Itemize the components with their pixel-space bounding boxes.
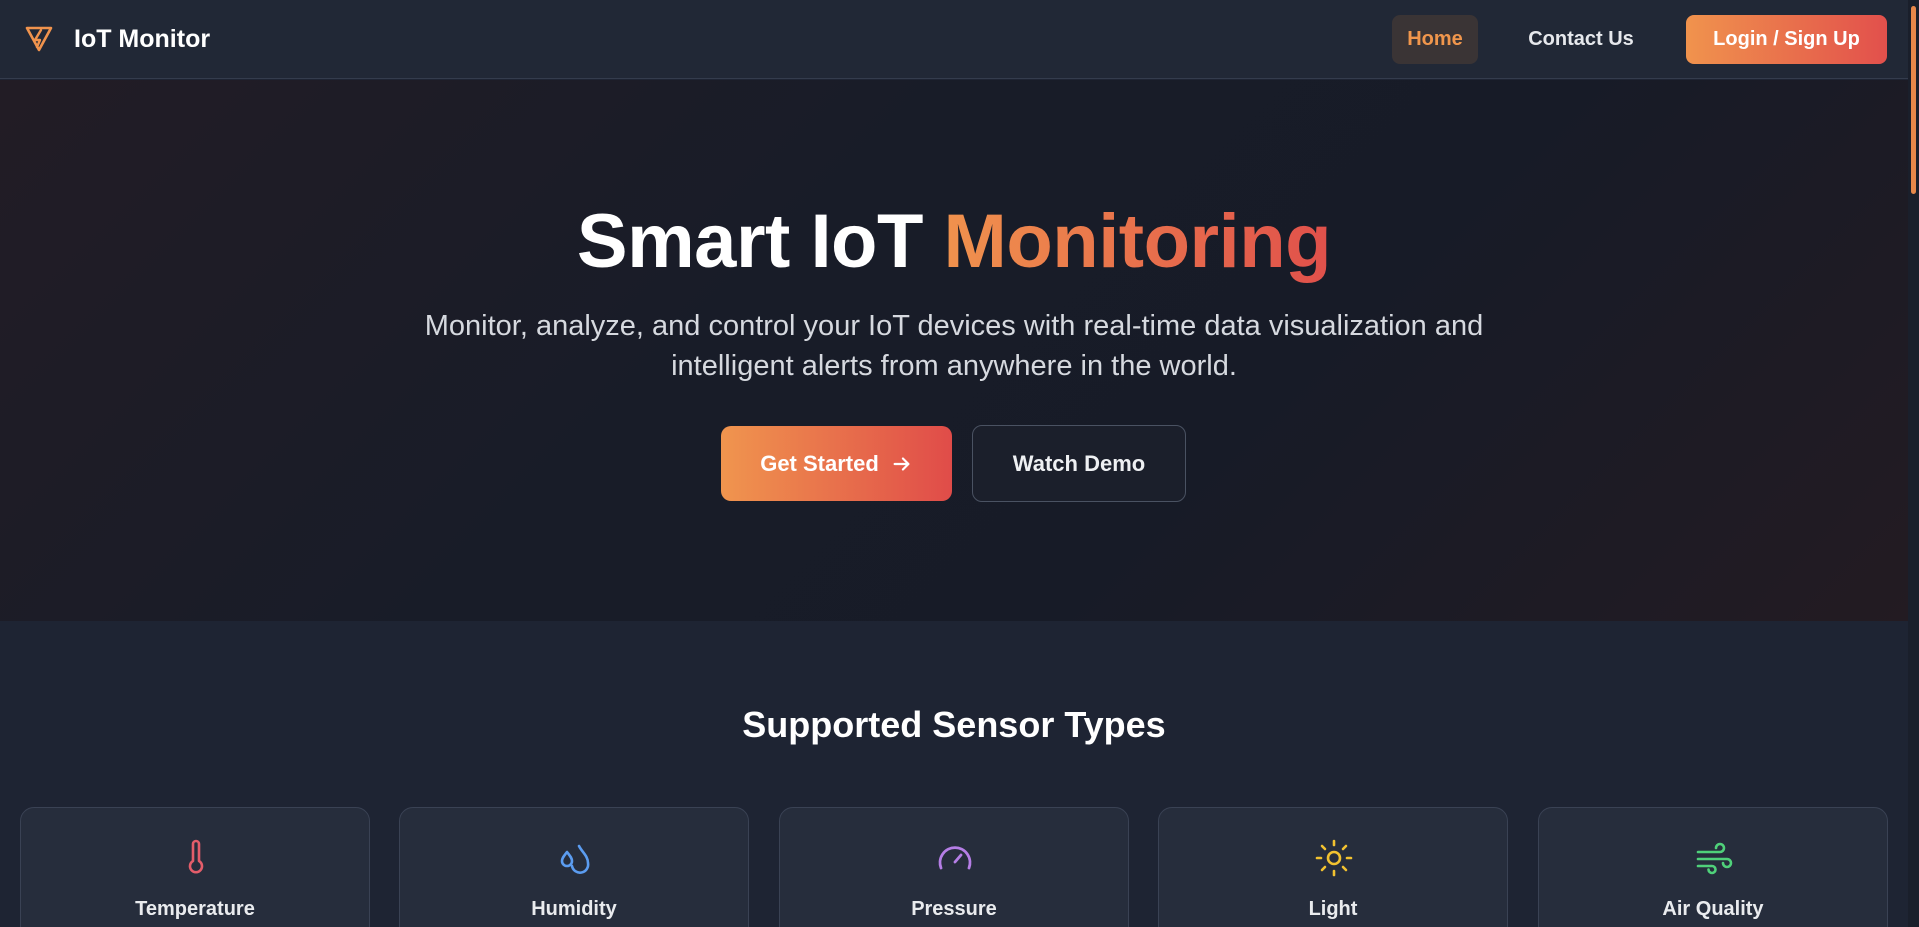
sensor-card-label: Air Quality [1662,898,1764,920]
hero-section: Smart IoT Monitoring Monitor, analyze, a… [0,80,1908,621]
logo-icon [25,26,53,52]
sensors-section-title: Supported Sensor Types [742,704,1166,745]
nav-home-link[interactable]: Home [1392,15,1478,64]
hero-title: Smart IoT Monitoring [0,198,1908,285]
get-started-button[interactable]: Get Started [721,426,952,501]
gauge-icon [938,846,972,870]
droplets-icon [560,844,590,874]
brand-name: IoT Monitor [74,24,211,53]
login-signup-button[interactable]: Login / Sign Up [1686,15,1887,64]
sensor-card-label: Pressure [911,898,997,920]
nav-contact-link[interactable]: Contact Us [1510,15,1652,64]
sensor-card-label: Temperature [135,898,255,920]
sensor-card-humidity[interactable]: Humidity [399,807,749,927]
arrow-right-icon [893,456,910,471]
hero-subtitle: Monitor, analyze, and control your IoT d… [354,306,1554,386]
scrollbar-thumb[interactable] [1911,6,1916,194]
hero-title-accent: Monitoring [943,199,1332,284]
thermometer-icon [188,839,204,874]
wind-icon [1696,842,1733,875]
sensor-card-label: Light [1308,898,1358,920]
sensor-card-pressure[interactable]: Pressure [779,807,1129,927]
hero-title-main: Smart IoT [576,199,944,284]
sensor-card-temperature[interactable]: Temperature [20,807,370,927]
page-scrollbar[interactable] [1908,0,1919,927]
sensor-card-label: Humidity [531,898,617,920]
get-started-label: Get Started [760,450,879,476]
sensor-card-light[interactable]: Light [1158,807,1508,927]
sun-icon [1315,839,1353,877]
hero-subtitle-line: intelligent alerts from anywhere in the … [671,350,1237,382]
top-navbar: IoT Monitor Home Contact Us Login / Sign… [0,0,1908,79]
watch-demo-button[interactable]: Watch Demo [972,425,1186,502]
hero-subtitle-line: Monitor, analyze, and control your IoT d… [424,310,1484,342]
sensor-card-air-quality[interactable]: Air Quality [1538,807,1888,927]
brand[interactable]: IoT Monitor [24,24,210,54]
